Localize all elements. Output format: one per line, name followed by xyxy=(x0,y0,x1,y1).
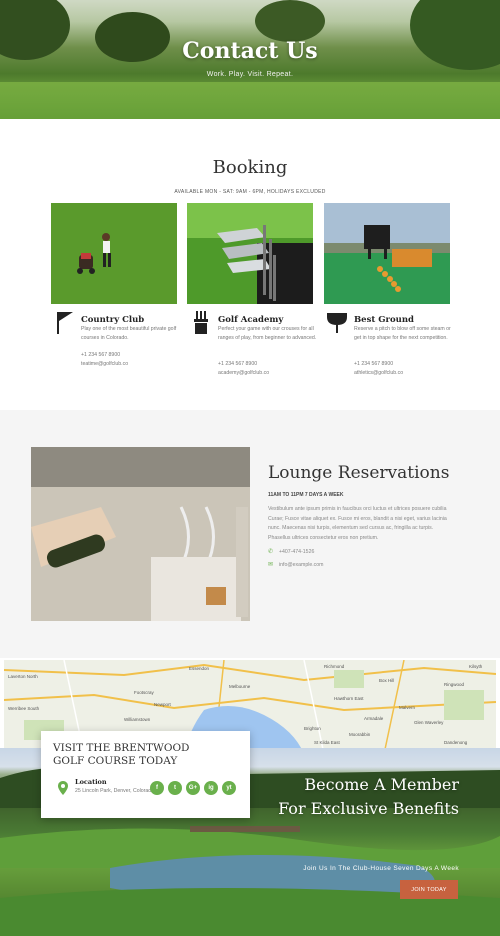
social-links: f t G+ ig yt xyxy=(150,781,236,795)
map-label: Laverton North xyxy=(8,674,38,679)
fairway xyxy=(0,82,500,119)
map-label: Richmond xyxy=(324,664,345,669)
lounge-image xyxy=(31,447,250,621)
flag-icon xyxy=(55,311,75,335)
join-today-button[interactable]: JOIN TODAY xyxy=(400,880,458,899)
map-label: Kilsyth xyxy=(469,664,483,669)
lounge-email[interactable]: ✉ info@example.com xyxy=(268,561,323,568)
map-label: Melbourne xyxy=(229,684,251,689)
facebook-icon[interactable]: f xyxy=(150,781,164,795)
visit-card: VISIT THE BRENTWOOD GOLF COURSE TODAY Lo… xyxy=(41,731,250,818)
card-email[interactable]: athletics@golfclub.co xyxy=(354,370,403,376)
card-phone[interactable]: +1 234 567 8900 xyxy=(354,361,393,367)
card-phone[interactable]: +1 234 567 8900 xyxy=(218,361,257,367)
map-label: Armadale xyxy=(364,716,384,721)
google-plus-icon[interactable]: G+ xyxy=(186,781,200,795)
lounge-description: Vestibulum ante ipsum primis in faucibus… xyxy=(268,506,447,541)
card-title: Golf Academy xyxy=(218,315,284,325)
card-description: Perfect your game with our crouses for a… xyxy=(218,326,317,341)
map-label: Ringwood xyxy=(444,682,465,687)
golf-tee-icon xyxy=(326,311,347,335)
card-email[interactable]: academy@golfclub.co xyxy=(218,370,269,376)
youtube-icon[interactable]: yt xyxy=(222,781,236,795)
card-phone[interactable]: +1 234 567 8900 xyxy=(81,352,120,358)
map-label: Dandenong xyxy=(444,740,468,745)
booking-title: Booking xyxy=(212,157,288,178)
lounge-phone[interactable]: ✆ +407-474-1526 xyxy=(268,548,314,555)
member-heading: Become A Member For Exclusive Benefits xyxy=(278,773,459,821)
card-description: Reserve a pitch to blow off some steam o… xyxy=(354,326,451,341)
best-ground-image xyxy=(324,203,450,304)
map-label: St Kilda East xyxy=(314,740,340,745)
visit-title: VISIT THE BRENTWOOD GOLF COURSE TODAY xyxy=(53,742,190,767)
map-label: Glen Waverley xyxy=(414,720,444,725)
map-label: Box Hill xyxy=(379,678,395,683)
map-label: Brighton xyxy=(304,726,321,731)
map-label: Footscray xyxy=(134,690,154,695)
location-address: 25 Lincoln Park, Denver, Colorado xyxy=(75,788,155,794)
tree-shape xyxy=(255,0,325,42)
twitter-icon[interactable]: t xyxy=(168,781,182,795)
golf-bag-icon xyxy=(192,311,212,335)
member-line-2: For Exclusive Benefits xyxy=(278,799,459,818)
card-description: Play one of the most beautiful private g… xyxy=(81,326,177,341)
hero-subtitle: Work. Play. Visit. Repeat. xyxy=(206,71,294,78)
map-label: Newport xyxy=(154,702,171,707)
map-label: Hawthorn East xyxy=(334,696,364,701)
map-label: Williamstown xyxy=(124,717,151,722)
phone-icon: ✆ xyxy=(268,549,274,555)
map-label: Werribee South xyxy=(8,706,40,711)
golf-academy-image xyxy=(187,203,313,304)
lounge-email-text: info@example.com xyxy=(279,562,324,568)
location-pin-icon xyxy=(58,781,68,795)
page-title: Contact Us xyxy=(182,38,318,64)
lounge-phone-text: +407-474-1526 xyxy=(279,549,315,555)
card-email[interactable]: teatime@golfclub.co xyxy=(81,361,128,367)
instagram-icon[interactable]: ig xyxy=(204,781,218,795)
location-label: Location xyxy=(75,778,107,786)
hero-banner: Contact Us Work. Play. Visit. Repeat. xyxy=(0,0,500,119)
map-label: Essendon xyxy=(189,666,210,671)
card-title: Country Club xyxy=(81,315,145,325)
lounge-hours: 11AM TO 11PM 7 DAYS A WEEK xyxy=(268,492,344,498)
lounge-title: Lounge Reservations xyxy=(268,463,450,483)
booking-hours: AVAILABLE MON - SAT: 9AM - 6PM, HOLIDAYS… xyxy=(174,189,326,195)
card-title: Best Ground xyxy=(354,315,414,325)
member-line-1: Become A Member xyxy=(304,775,459,794)
join-text: Join Us In The Club-House Seven Days A W… xyxy=(303,865,459,872)
map-label: Moorabbin xyxy=(349,732,371,737)
country-club-image xyxy=(51,203,177,304)
mail-icon: ✉ xyxy=(268,562,274,568)
map-label: Malvern xyxy=(399,705,416,710)
